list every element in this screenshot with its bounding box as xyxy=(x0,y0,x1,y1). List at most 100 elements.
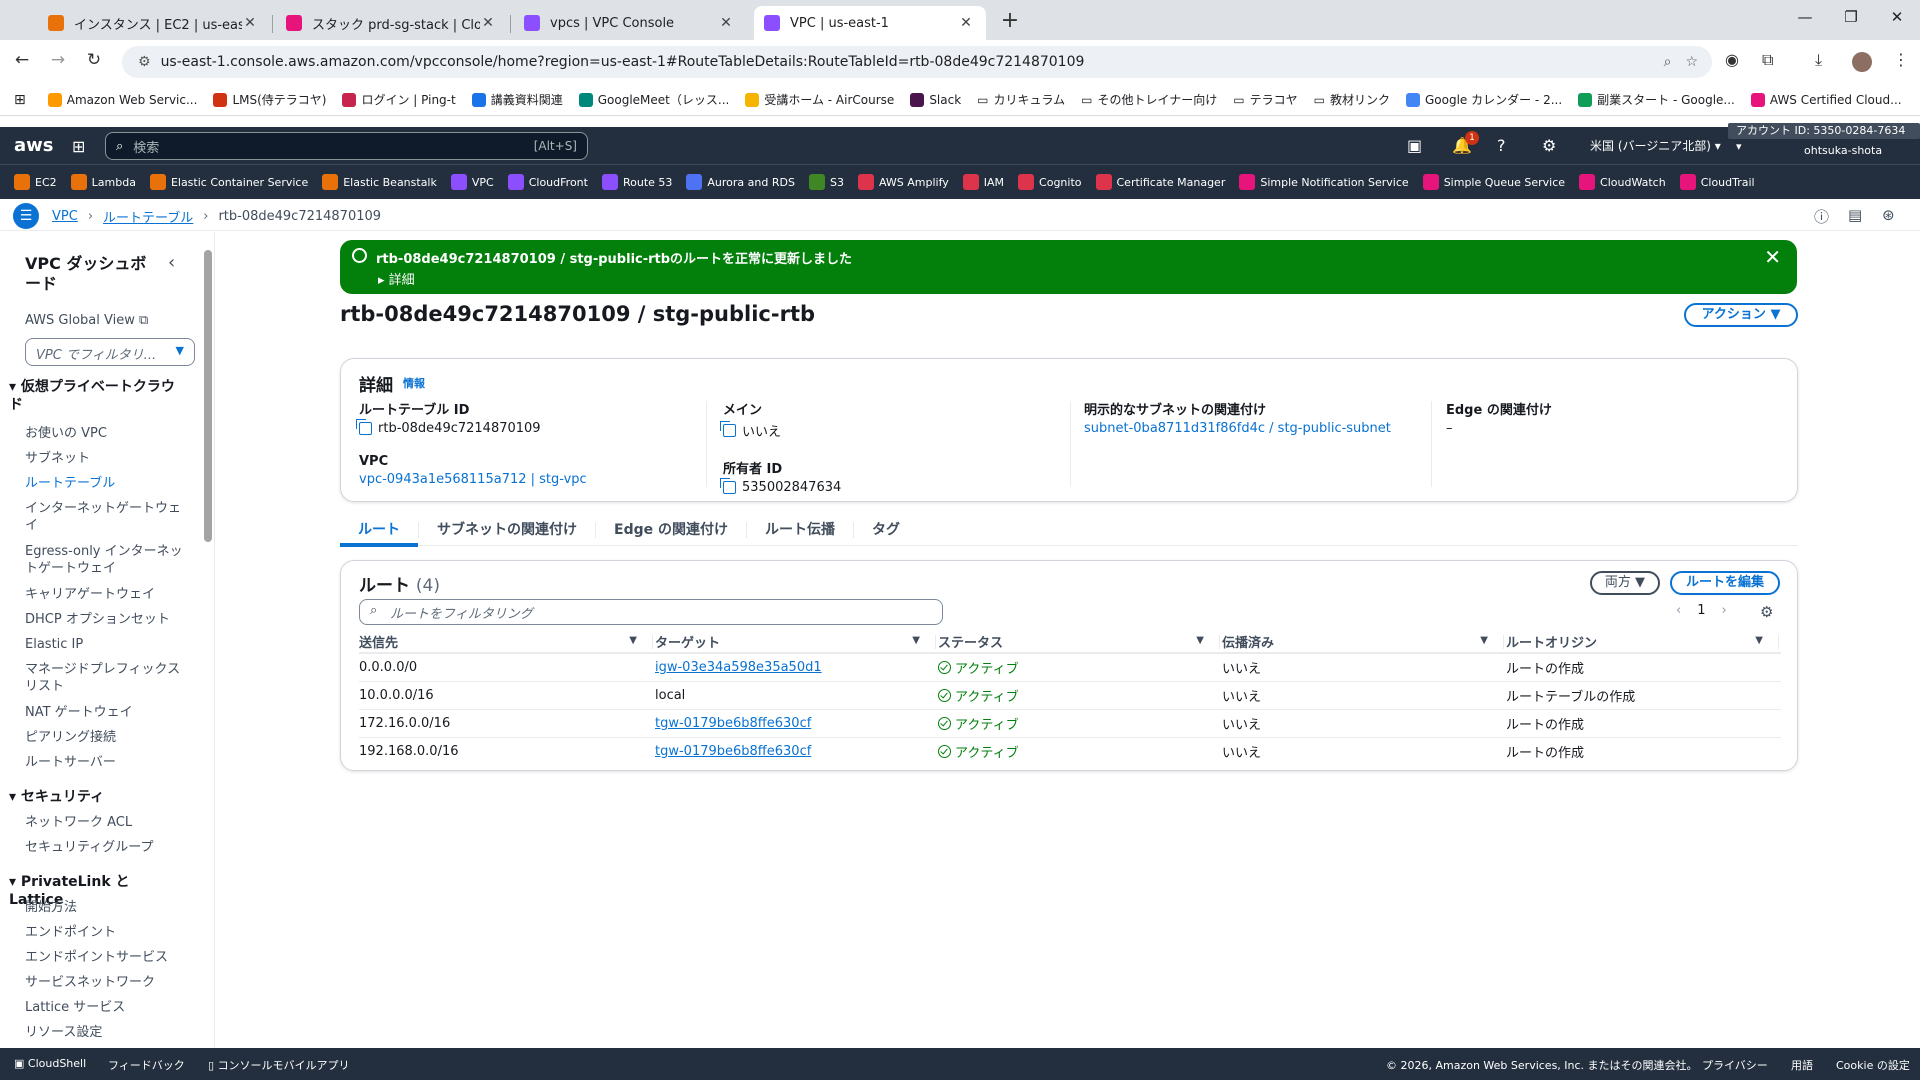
column-resizer[interactable] xyxy=(1219,635,1220,649)
service-shortcut[interactable]: AWS Amplify xyxy=(857,174,949,190)
sidebar-section-security[interactable]: ▾ セキュリティ xyxy=(9,788,179,806)
service-shortcut[interactable]: Elastic Container Service xyxy=(149,174,308,190)
bookmark-item[interactable]: LMS(侍テラコヤ) xyxy=(213,91,326,108)
sidebar-item-subnets[interactable]: サブネット xyxy=(25,450,183,467)
close-window-button[interactable]: ✕ xyxy=(1884,8,1910,26)
sidebar-item-your-vpcs[interactable]: お使いの VPC xyxy=(25,425,183,442)
close-icon[interactable]: ✕ xyxy=(480,15,496,31)
browser-tab-cloudformation[interactable]: スタック prd-sg-stack | CloudForm ✕ xyxy=(276,6,508,40)
sidebar-title[interactable]: VPC ダッシュボード xyxy=(25,254,155,294)
flash-details-toggle[interactable]: ▸ 詳細 xyxy=(378,269,415,288)
apps-grid-icon[interactable]: ⊞ xyxy=(14,92,26,108)
aws-logo[interactable]: aws xyxy=(14,135,54,156)
target-link[interactable]: igw-03e34a598e35a50d1 xyxy=(655,660,822,675)
bookmark-item[interactable]: ログイン | Ping-t xyxy=(342,91,456,108)
browser-tab-ec2[interactable]: インスタンス | EC2 | us-east-1 ✕ xyxy=(38,6,270,40)
browser-tab-vpcs[interactable]: vpcs | VPC Console ✕ xyxy=(514,6,746,40)
column-header-target[interactable]: ターゲット ▼ xyxy=(655,631,938,654)
sidebar-item-service-networks[interactable]: サービスネットワーク xyxy=(25,974,183,991)
info-link[interactable]: 情報 xyxy=(403,375,425,391)
vpc-filter-select[interactable]: VPC でフィルタリ... ▼ xyxy=(25,338,195,366)
service-shortcut[interactable]: Aurora and RDS xyxy=(686,174,795,190)
service-shortcut[interactable]: Simple Queue Service xyxy=(1422,174,1565,190)
sidebar-item-global-view[interactable]: AWS Global View ⧉ xyxy=(25,312,183,329)
vpc-link[interactable]: vpc-0943a1e568115a712 | stg-vpc xyxy=(359,472,587,487)
address-bar[interactable]: ⚙ us-east-1.console.aws.amazon.com/vpcco… xyxy=(122,46,1712,78)
current-page[interactable]: 1 xyxy=(1697,603,1705,618)
sort-caret-icon[interactable]: ▼ xyxy=(629,635,637,646)
tab-subnet-associations[interactable]: サブネットの関連付け xyxy=(419,516,595,546)
browser-menu-icon[interactable]: ⋮ xyxy=(1893,50,1909,69)
service-shortcut[interactable]: Route 53 xyxy=(601,174,672,190)
forward-button[interactable]: → xyxy=(46,50,70,70)
copy-icon[interactable] xyxy=(720,421,736,437)
sidebar-item-nat-gateways[interactable]: NAT ゲートウェイ xyxy=(25,704,183,721)
close-icon[interactable]: ✕ xyxy=(242,15,258,31)
column-header-origin[interactable]: ルートオリジン ▼ xyxy=(1506,631,1781,654)
close-icon[interactable]: ✕ xyxy=(718,15,734,31)
sort-caret-icon[interactable]: ▼ xyxy=(1196,635,1204,646)
service-shortcut[interactable]: CloudWatch xyxy=(1579,174,1666,190)
copy-icon[interactable] xyxy=(356,419,372,435)
bookmark-item[interactable]: GoogleMeet（レッス... xyxy=(578,91,729,108)
bookmark-item[interactable]: Amazon Web Servic... xyxy=(47,92,197,107)
sidebar-item-route-tables[interactable]: ルートテーブル xyxy=(25,475,183,492)
cookie-settings-link[interactable]: Cookie の設定 xyxy=(1836,1057,1910,1073)
service-shortcut[interactable]: IAM xyxy=(962,174,1004,190)
bookmark-item[interactable]: 副業スタート - Google... xyxy=(1578,91,1735,108)
column-resizer[interactable] xyxy=(1503,635,1504,649)
new-tab-button[interactable]: + xyxy=(996,8,1024,33)
bookmark-item[interactable]: AWS Certified Cloud... xyxy=(1750,92,1902,107)
target-link[interactable]: tgw-0179be6b8ffe630cf xyxy=(655,716,811,731)
bookmark-folder[interactable]: ▭ テラコヤ xyxy=(1233,91,1297,108)
close-icon[interactable]: ✕ xyxy=(1764,245,1781,269)
browser-tab-vpc-active[interactable]: VPC | us-east-1 ✕ xyxy=(754,6,986,40)
notifications-panel-icon[interactable]: ▤ xyxy=(1848,206,1862,224)
service-shortcut[interactable]: CloudTrail xyxy=(1679,174,1755,190)
sidebar-item-lattice-services[interactable]: Lattice サービス xyxy=(25,999,183,1016)
sidebar-item-security-groups[interactable]: セキュリティグループ xyxy=(25,839,183,856)
bookmark-folder[interactable]: ▭ その他トレイナー向け xyxy=(1081,91,1217,108)
reload-button[interactable]: ↻ xyxy=(82,50,106,70)
table-preferences-gear-icon[interactable]: ⚙ xyxy=(1760,603,1773,621)
sidebar-item-resource-config[interactable]: リソース設定 xyxy=(25,1024,183,1041)
subnet-association-link[interactable]: subnet-0ba8711d31f86fd4c / stg-public-su… xyxy=(1084,421,1391,436)
service-shortcut[interactable]: Elastic Beanstalk xyxy=(322,174,437,190)
search-input[interactable]: ⌕ 検索 [Alt+S] xyxy=(105,132,588,160)
privacy-link[interactable]: プライバシー xyxy=(1702,1057,1768,1073)
sidebar-item-internet-gateways[interactable]: インターネットゲートウェイ xyxy=(25,500,183,534)
previous-page-icon[interactable]: ‹ xyxy=(1676,603,1681,618)
help-icon[interactable]: ? xyxy=(1497,136,1506,155)
account-menu[interactable]: アカウント ID: 5350-0284-7634 ▾ xyxy=(1728,123,1920,153)
next-page-icon[interactable]: › xyxy=(1721,603,1726,618)
sidebar-item-carrier-gateways[interactable]: キャリアゲートウェイ xyxy=(25,586,183,603)
bookmark-item[interactable]: 講義資料関連 xyxy=(471,91,563,108)
cloudshell-button[interactable]: ▣ CloudShell xyxy=(14,1057,86,1070)
sidebar-item-endpoints[interactable]: エンドポイント xyxy=(25,924,183,941)
route-filter-input[interactable]: ⌕ ルートをフィルタリング xyxy=(359,599,943,625)
service-shortcut[interactable]: Simple Notification Service xyxy=(1239,174,1409,190)
extensions-icon[interactable]: ⧉ xyxy=(1762,50,1773,70)
sidebar-item-route-servers[interactable]: ルートサーバー xyxy=(25,754,183,771)
tab-tags[interactable]: タグ xyxy=(854,516,918,546)
sidebar-item-endpoint-services[interactable]: エンドポイントサービス xyxy=(25,949,183,966)
bookmark-item[interactable]: Google カレンダー - 2... xyxy=(1405,91,1562,108)
service-shortcut[interactable]: Certificate Manager xyxy=(1095,174,1225,190)
site-info-icon[interactable]: ⚙ xyxy=(138,54,151,70)
sort-caret-icon[interactable]: ▼ xyxy=(1480,635,1488,646)
profile-avatar[interactable] xyxy=(1852,52,1872,72)
breadcrumb-vpc-link[interactable]: VPC xyxy=(52,209,78,224)
feedback-link[interactable]: フィードバック xyxy=(108,1057,185,1073)
close-icon[interactable]: ✕ xyxy=(958,15,974,31)
sidebar-item-egress-only-igw[interactable]: Egress-only インターネットゲートウェイ xyxy=(25,543,183,577)
sidebar-item-dhcp-options[interactable]: DHCP オプションセット xyxy=(25,611,183,628)
download-icon[interactable]: ⤓ xyxy=(1815,50,1822,70)
service-shortcut[interactable]: EC2 xyxy=(14,174,57,190)
tab-route-propagation[interactable]: ルート伝播 xyxy=(747,516,853,546)
sidebar-item-prefix-lists[interactable]: マネージドプレフィックスリスト xyxy=(25,661,183,695)
edit-routes-button[interactable]: ルートを編集 xyxy=(1670,571,1780,595)
bookmark-star-icon[interactable]: ☆ xyxy=(1685,54,1698,70)
service-shortcut[interactable]: CloudFront xyxy=(507,174,588,190)
breadcrumb-route-tables-link[interactable]: ルートテーブル xyxy=(103,207,193,226)
services-menu-icon[interactable]: ⊞ xyxy=(72,137,85,156)
